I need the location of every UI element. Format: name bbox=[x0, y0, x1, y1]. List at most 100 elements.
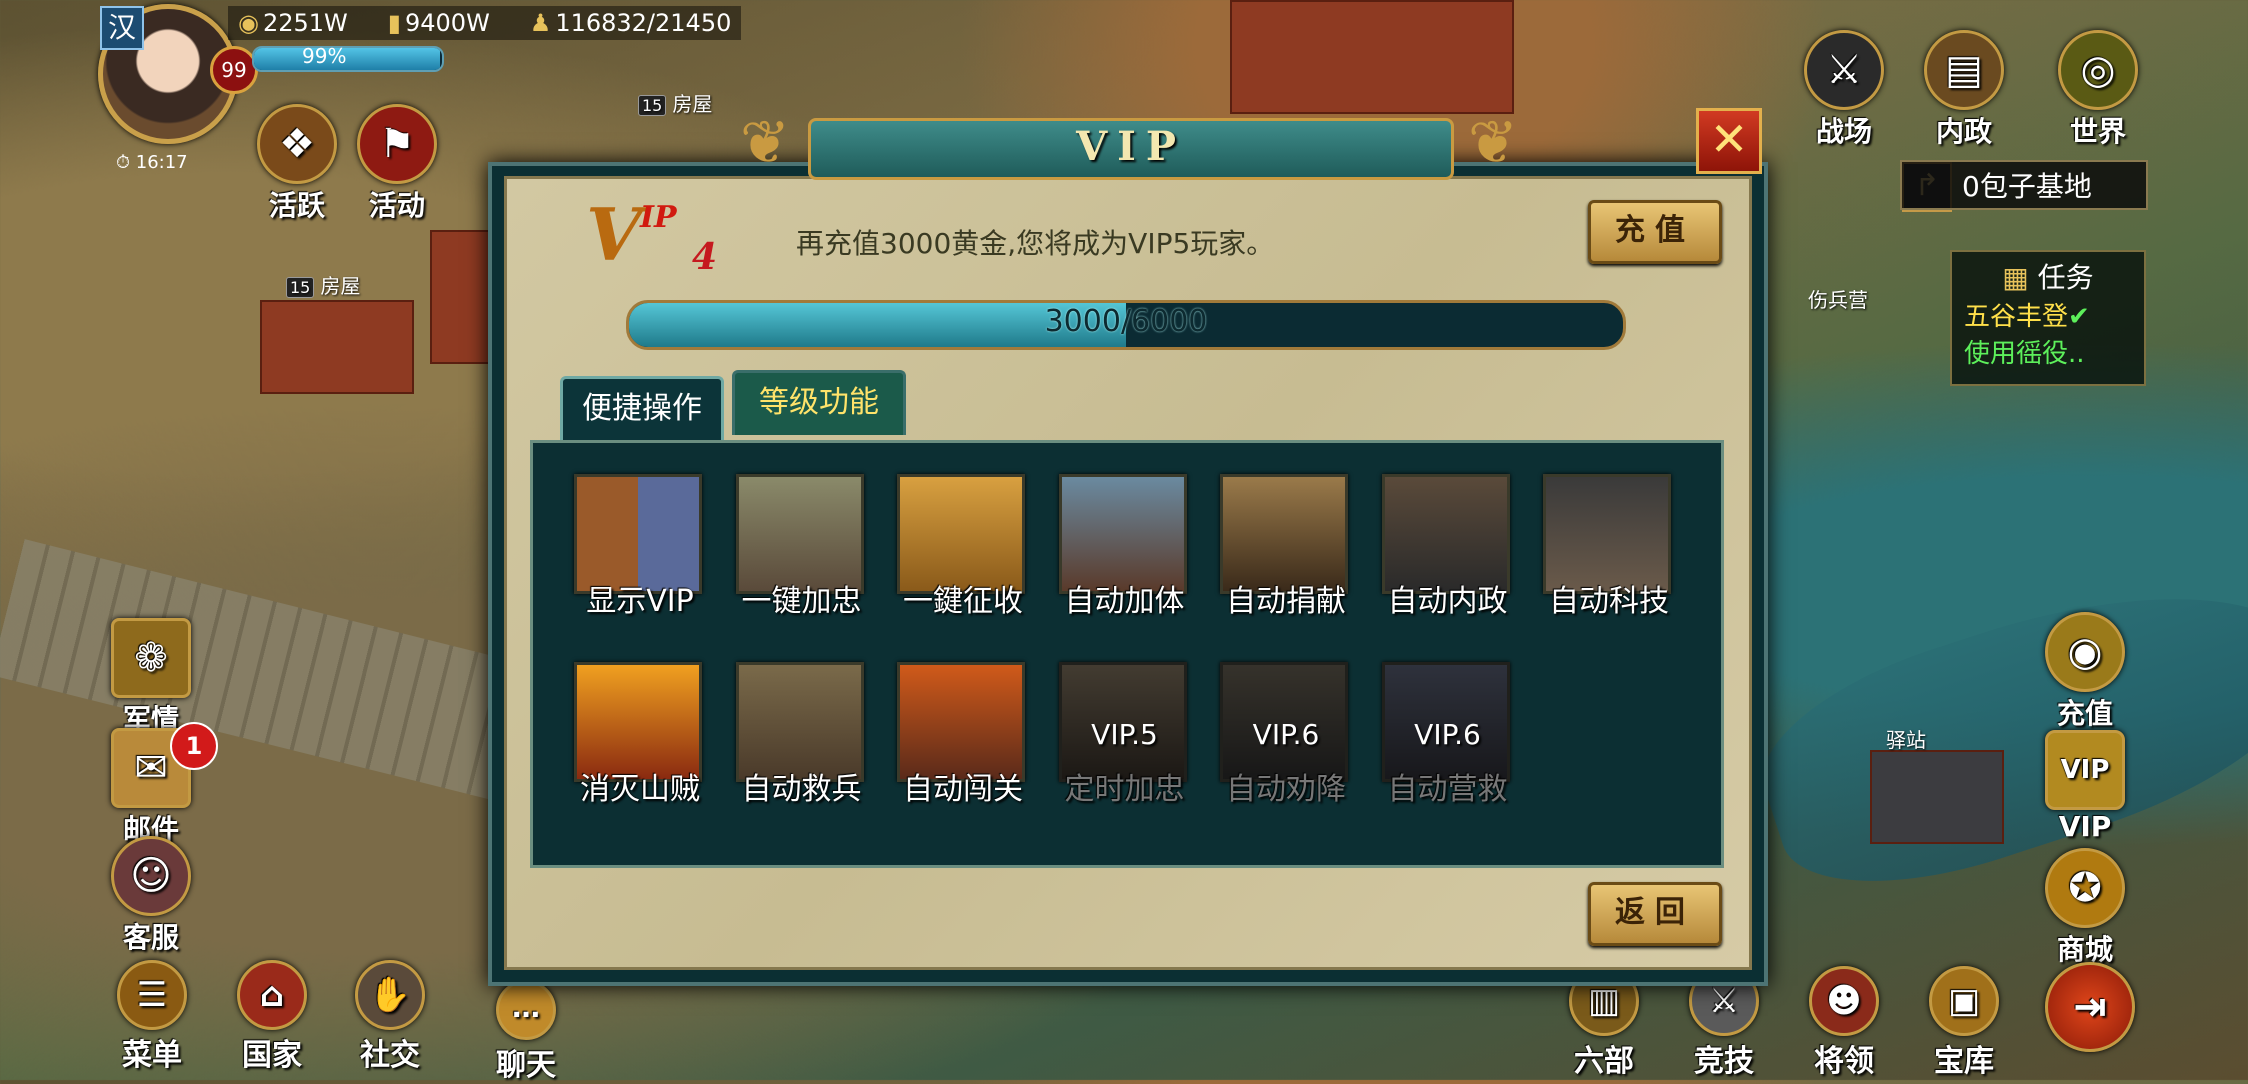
task-item[interactable]: 使用徭役.. bbox=[1952, 333, 2144, 370]
tab-quick-actions[interactable]: 便捷操作 bbox=[560, 376, 724, 441]
button-label: 国家 bbox=[242, 1038, 302, 1073]
feature-tile[interactable]: 显示VIP bbox=[574, 474, 706, 634]
feature-tile[interactable]: VIP.5 定时加忠 bbox=[1058, 662, 1191, 822]
player-level-badge: 99 bbox=[210, 46, 258, 94]
menu-icon: ☰ bbox=[117, 960, 187, 1030]
military-report-icon: ❁ bbox=[111, 618, 191, 698]
house-roof bbox=[430, 230, 494, 364]
button-label: 活跃 bbox=[268, 189, 325, 222]
hospital-label[interactable]: 伤兵营 bbox=[1808, 284, 1868, 313]
feature-label: 一键加忠 bbox=[741, 584, 862, 619]
feature-tile[interactable]: 自动捐献 bbox=[1220, 474, 1352, 634]
food-value: 9400W bbox=[404, 9, 490, 37]
city-wall bbox=[0, 539, 530, 801]
station-roof bbox=[1870, 750, 2004, 844]
feature-lock-requirement: VIP.6 bbox=[1252, 718, 1320, 751]
vip-level-number: 4 bbox=[692, 236, 718, 278]
flag-icon: ⚑ bbox=[357, 104, 437, 184]
chat-icon: … bbox=[496, 980, 556, 1040]
feature-label: 消灭山贼 bbox=[580, 772, 700, 807]
feature-label: 自动营救 bbox=[1387, 772, 1508, 807]
button-label: 将领 bbox=[1814, 1044, 1874, 1079]
resource-bar: ◉ 2251W ▮ 9400W ♟ 116832/21450 bbox=[228, 6, 742, 40]
world-button[interactable]: ◎ 世界 bbox=[2050, 30, 2146, 150]
feature-tile[interactable]: VIP.6 自动营救 bbox=[1381, 662, 1514, 822]
back-button[interactable]: 返回 bbox=[1588, 882, 1722, 946]
chat-button[interactable]: … 聊天 bbox=[476, 980, 576, 1084]
nation-badge: 汉 bbox=[100, 6, 144, 50]
station-label[interactable]: 驿站 bbox=[1886, 724, 1926, 753]
task-panel[interactable]: ▦ 任务 五谷丰登✔ 使用徭役.. bbox=[1950, 250, 2146, 386]
clock: ⏱ 16:17 bbox=[116, 152, 188, 173]
menu-button[interactable]: ☰ 菜单 bbox=[102, 960, 202, 1074]
feature-tile[interactable]: VIP.6 自动劝降 bbox=[1220, 662, 1352, 822]
feature-tile[interactable]: 一鍵征收 bbox=[897, 474, 1029, 634]
vip-progress-text: 3000/6000 bbox=[1044, 304, 1208, 339]
button-label: 战场 bbox=[1815, 115, 1872, 148]
checkmark-icon: ✔ bbox=[2068, 302, 2090, 332]
chest-icon: ❖ bbox=[257, 104, 337, 184]
scroll-icon: ▤ bbox=[1924, 30, 2004, 110]
active-button[interactable]: ❖ 活跃 bbox=[252, 104, 342, 224]
button-label: 竞技 bbox=[1694, 1044, 1754, 1079]
social-icon: ✋ bbox=[355, 960, 425, 1030]
vip-level-logo: V IP 4 bbox=[586, 192, 718, 278]
customer-service-button[interactable]: ☺ 客服 bbox=[106, 836, 196, 956]
tab-level-features[interactable]: 等级功能 bbox=[732, 370, 906, 435]
world-icon: ◎ bbox=[2058, 30, 2138, 110]
button-label: 活动 bbox=[368, 189, 425, 222]
task-scroll-icon: ▦ bbox=[2002, 261, 2029, 294]
event-button[interactable]: ⚑ 活动 bbox=[352, 104, 442, 224]
feature-tile[interactable]: 自动救兵 bbox=[735, 662, 868, 822]
feature-label: 定时加忠 bbox=[1064, 772, 1185, 807]
soldier-icon: ♟ bbox=[529, 9, 552, 37]
button-label: 客服 bbox=[122, 921, 179, 954]
shop-button[interactable]: ✪ 商城 bbox=[2040, 848, 2130, 968]
vip-side-button[interactable]: VIP VIP bbox=[2040, 730, 2130, 843]
close-button[interactable]: ✕ bbox=[1696, 108, 1762, 174]
military-report-button[interactable]: ❁ 军情 bbox=[106, 618, 196, 738]
coin-icon: ◉ bbox=[2045, 612, 2125, 692]
feature-tile[interactable]: 自动科技 bbox=[1543, 474, 1675, 634]
feature-label: 自动加体 bbox=[1064, 584, 1185, 619]
support-icon: ☺ bbox=[111, 836, 191, 916]
crossed-swords-icon: ⚔ bbox=[1804, 30, 1884, 110]
feature-tile[interactable]: 消灭山贼 bbox=[574, 662, 706, 822]
button-label: 聊天 bbox=[496, 1048, 556, 1083]
collapse-arrow-icon: ⇥ bbox=[2045, 962, 2135, 1052]
gold-coin-icon: ◉ bbox=[238, 9, 259, 37]
internal-affairs-button[interactable]: ▤ 内政 bbox=[1916, 30, 2012, 150]
vip-icon: VIP bbox=[2045, 730, 2125, 810]
collapse-menu-button[interactable]: ⇥ bbox=[2040, 962, 2140, 1052]
treasury-button[interactable]: ▣ 宝库 bbox=[1914, 966, 2014, 1080]
country-button[interactable]: ⌂ 国家 bbox=[222, 960, 322, 1074]
generals-button[interactable]: ☻ 将领 bbox=[1794, 966, 1894, 1080]
dialog-title: VIP bbox=[808, 118, 1454, 180]
recharge-button[interactable]: 充值 bbox=[1588, 200, 1722, 264]
battlefield-button[interactable]: ⚔ 战场 bbox=[1796, 30, 1892, 150]
feature-tile[interactable]: 自动内政 bbox=[1381, 474, 1514, 634]
task-item[interactable]: 五谷丰登✔ bbox=[1952, 296, 2144, 333]
house-roof bbox=[260, 300, 414, 394]
button-label: 宝库 bbox=[1934, 1044, 1994, 1079]
feature-tile[interactable]: 自动闯关 bbox=[897, 662, 1029, 822]
gold-value: 2251W bbox=[262, 9, 348, 37]
feature-label: 自动闯关 bbox=[903, 772, 1023, 807]
house-label[interactable]: 15 房屋 bbox=[638, 88, 712, 117]
feature-tile[interactable]: 自动加体 bbox=[1058, 474, 1191, 634]
shop-icon: ✪ bbox=[2045, 848, 2125, 928]
clock-time: 16:17 bbox=[135, 152, 188, 173]
recharge-side-button[interactable]: ◉ 充值 bbox=[2040, 612, 2130, 732]
button-label: VIP bbox=[2058, 810, 2112, 843]
grain-icon: ▮ bbox=[387, 9, 401, 37]
exp-bar-fill bbox=[254, 48, 441, 70]
button-label: 六部 bbox=[1574, 1044, 1634, 1079]
button-label: 社交 bbox=[360, 1038, 420, 1073]
button-label: 内政 bbox=[1935, 115, 1992, 148]
feature-tile[interactable]: 一键加忠 bbox=[735, 474, 868, 634]
feature-label: 显示VIP bbox=[586, 584, 694, 619]
mail-badge: 1 bbox=[170, 722, 218, 770]
house-label[interactable]: 15 房屋 bbox=[286, 270, 360, 299]
location-name[interactable]: 0包子基地 bbox=[1900, 160, 2148, 210]
social-button[interactable]: ✋ 社交 bbox=[340, 960, 440, 1074]
